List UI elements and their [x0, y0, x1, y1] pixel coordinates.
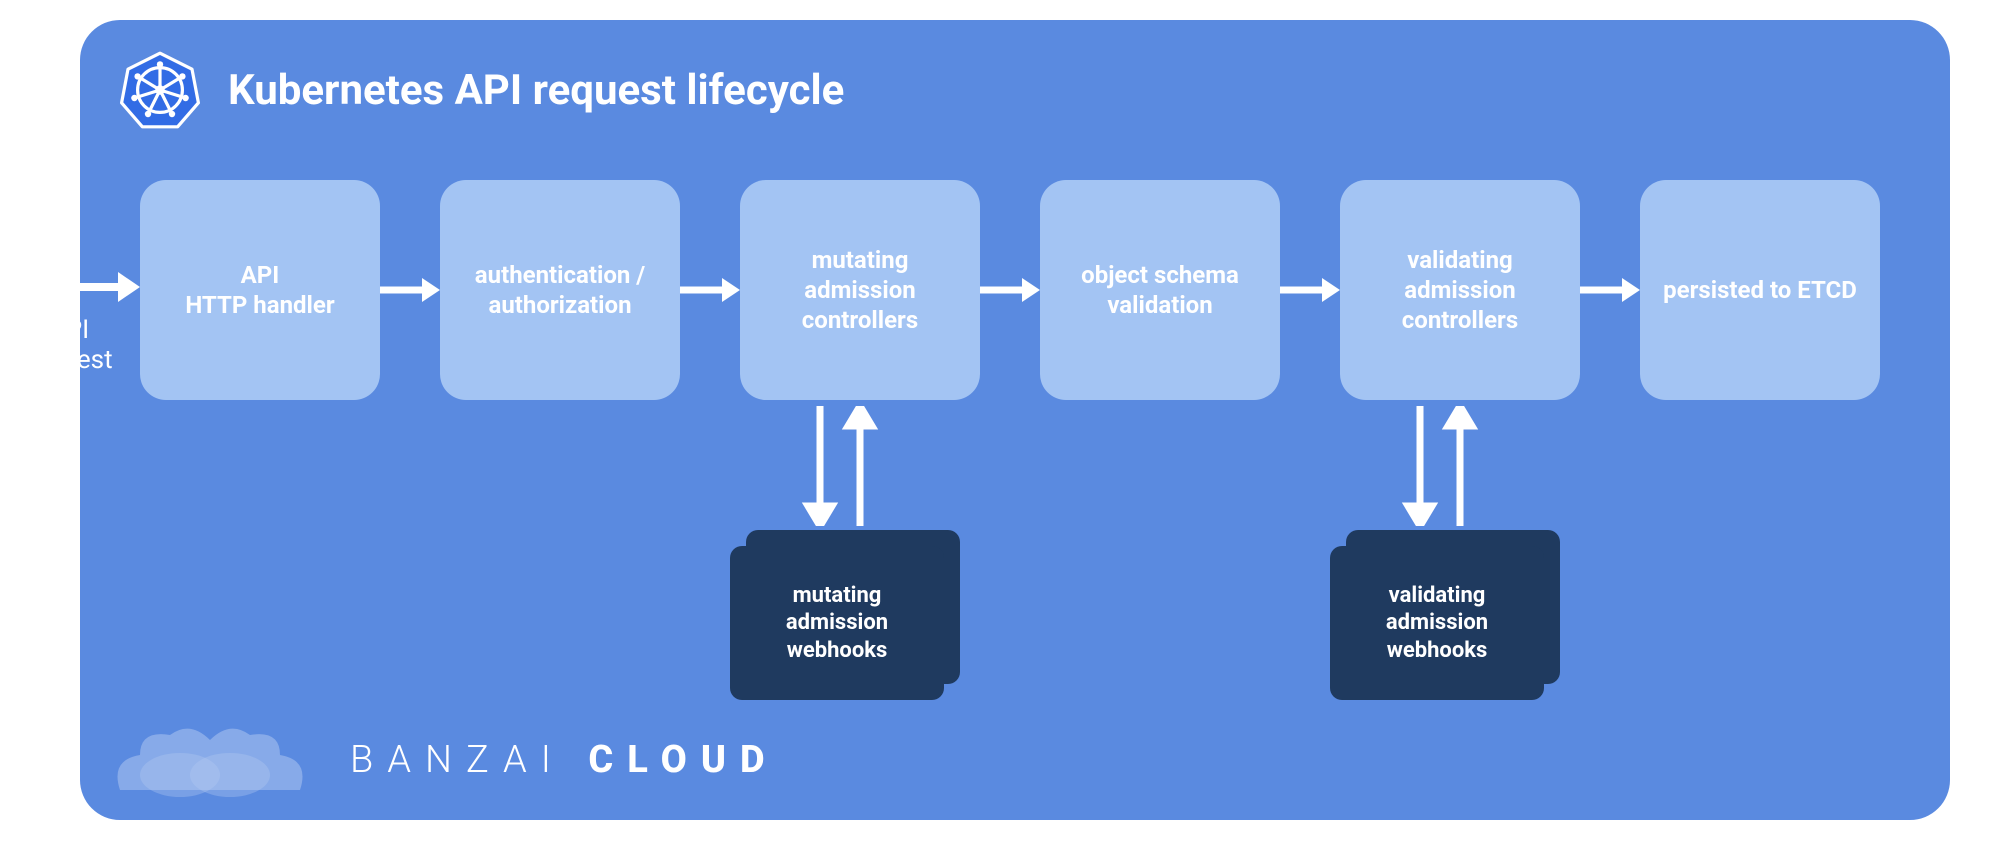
validating-webhooks-box: validating admission webhooks	[1330, 546, 1544, 700]
mutating-webhooks-box: mutating admission webhooks	[730, 546, 944, 700]
stage-schema-validation: object schema validation	[1040, 180, 1280, 400]
stage-row: APIHTTP handler authentication / authori…	[140, 180, 1910, 400]
arrow-icon	[1280, 275, 1340, 305]
arrow-icon	[1580, 275, 1640, 305]
brand-text: BANZAI CLOUD	[350, 738, 779, 782]
mutating-webhooks-stack: mutating admission webhooks	[730, 530, 960, 700]
bidir-arrows-validating	[1380, 406, 1500, 526]
brand-part1: BANZAI	[350, 738, 565, 782]
diagram-title: Kubernetes API request lifecycle	[228, 66, 844, 115]
diagram-header: Kubernetes API request lifecycle	[120, 50, 844, 130]
banzai-cloud-icon	[110, 720, 310, 800]
arrow-icon	[980, 275, 1040, 305]
stage-authn-authz: authentication / authorization	[440, 180, 680, 400]
validating-webhooks-stack: validating admission webhooks	[1330, 530, 1560, 700]
stage-persisted-etcd: persisted to ETCD	[1640, 180, 1880, 400]
stage-api-http-handler: APIHTTP handler	[140, 180, 380, 400]
bidir-arrows-mutating	[780, 406, 900, 526]
stage-mutating-admission: mutating admission controllers	[740, 180, 980, 400]
diagram-panel: Kubernetes API request lifecycle API req…	[80, 20, 1950, 820]
brand-footer: BANZAI CLOUD	[110, 720, 779, 800]
arrow-icon	[680, 275, 740, 305]
input-arrow	[0, 264, 140, 310]
input-label: API request	[4, 316, 134, 376]
stage-validating-admission: validating admission controllers	[1340, 180, 1580, 400]
kubernetes-icon	[120, 50, 200, 130]
arrow-icon	[380, 275, 440, 305]
brand-part2: CLOUD	[588, 738, 778, 782]
